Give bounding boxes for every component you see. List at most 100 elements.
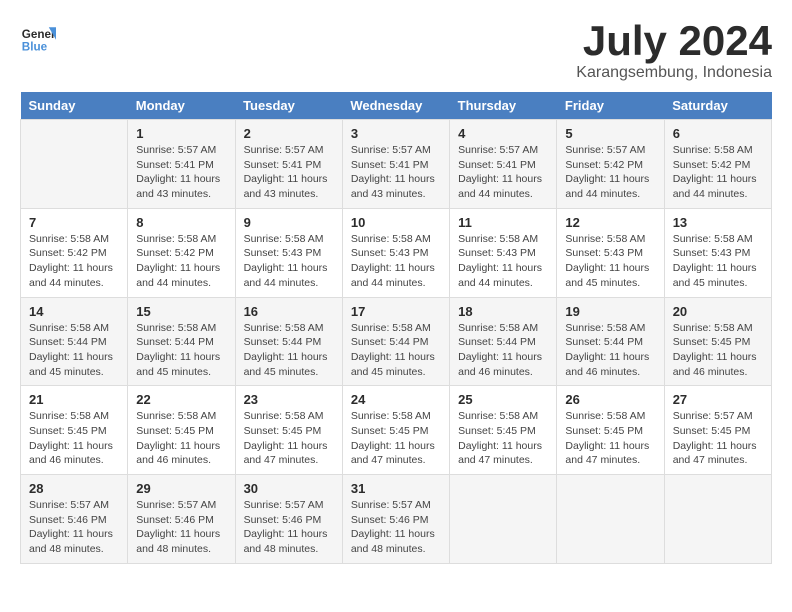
day-info: Sunrise: 5:57 AM Sunset: 5:41 PM Dayligh… (458, 143, 548, 202)
calendar-cell: 2Sunrise: 5:57 AM Sunset: 5:41 PM Daylig… (235, 120, 342, 209)
day-number: 10 (351, 215, 441, 230)
day-number: 29 (136, 481, 226, 496)
calendar-week-5: 28 Sunrise: 5:57 AM Sunset: 5:46 PM Dayli… (21, 475, 772, 564)
day-info: Sunrise: 5:58 AM Sunset: 5:45 PM Dayligh… (244, 409, 334, 468)
day-number: 27 (673, 392, 763, 407)
day-info: Sunrise: 5:57 AM Sunset: 5:46 PM Dayligh… (29, 498, 119, 557)
calendar-cell: 20 Sunrise: 5:58 AM Sunset: 5:45 PM Dayli… (664, 297, 771, 386)
day-number: 13 (673, 215, 763, 230)
header-tuesday: Tuesday (235, 92, 342, 120)
calendar-cell: 6 Sunrise: 5:58 AM Sunset: 5:42 PM Daylig… (664, 120, 771, 209)
day-number: 5 (565, 126, 655, 141)
calendar-cell: 30 Sunrise: 5:57 AM Sunset: 5:46 PM Dayli… (235, 475, 342, 564)
calendar-cell (450, 475, 557, 564)
day-info: Sunrise: 5:58 AM Sunset: 5:44 PM Dayligh… (565, 321, 655, 380)
day-number: 28 (29, 481, 119, 496)
day-info: Sunrise: 5:57 AM Sunset: 5:46 PM Dayligh… (136, 498, 226, 557)
calendar-cell: 10Sunrise: 5:58 AM Sunset: 5:43 PM Dayli… (342, 208, 449, 297)
calendar-week-4: 21 Sunrise: 5:58 AM Sunset: 5:45 PM Dayli… (21, 386, 772, 475)
calendar-week-1: 1 Sunrise: 5:57 AM Sunset: 5:41 PM Daylig… (21, 120, 772, 209)
day-number: 6 (673, 126, 763, 141)
calendar-cell: 26 Sunrise: 5:58 AM Sunset: 5:45 PM Dayli… (557, 386, 664, 475)
title-section: July 2024 Karangsembung, Indonesia (576, 20, 772, 82)
day-number: 31 (351, 481, 441, 496)
header-row: Sunday Monday Tuesday Wednesday Thursday… (21, 92, 772, 120)
day-number: 21 (29, 392, 119, 407)
day-info: Sunrise: 5:57 AM Sunset: 5:41 PM Dayligh… (136, 143, 226, 202)
calendar-cell: 8Sunrise: 5:58 AM Sunset: 5:42 PM Daylig… (128, 208, 235, 297)
calendar-cell: 3Sunrise: 5:57 AM Sunset: 5:41 PM Daylig… (342, 120, 449, 209)
day-info: Sunrise: 5:58 AM Sunset: 5:44 PM Dayligh… (136, 321, 226, 380)
calendar-week-3: 14 Sunrise: 5:58 AM Sunset: 5:44 PM Dayli… (21, 297, 772, 386)
day-info: Sunrise: 5:58 AM Sunset: 5:44 PM Dayligh… (244, 321, 334, 380)
day-info: Sunrise: 5:58 AM Sunset: 5:45 PM Dayligh… (351, 409, 441, 468)
day-number: 26 (565, 392, 655, 407)
day-info: Sunrise: 5:58 AM Sunset: 5:43 PM Dayligh… (244, 232, 334, 291)
header-friday: Friday (557, 92, 664, 120)
page-subtitle: Karangsembung, Indonesia (576, 64, 772, 82)
header-wednesday: Wednesday (342, 92, 449, 120)
day-number: 30 (244, 481, 334, 496)
calendar-cell: 19 Sunrise: 5:58 AM Sunset: 5:44 PM Dayli… (557, 297, 664, 386)
calendar-cell: 15 Sunrise: 5:58 AM Sunset: 5:44 PM Dayli… (128, 297, 235, 386)
calendar-cell: 11 Sunrise: 5:58 AM Sunset: 5:43 PM Dayli… (450, 208, 557, 297)
day-info: Sunrise: 5:57 AM Sunset: 5:45 PM Dayligh… (673, 409, 763, 468)
header-saturday: Saturday (664, 92, 771, 120)
page-title: July 2024 (576, 20, 772, 62)
day-number: 14 (29, 304, 119, 319)
calendar-cell: 13 Sunrise: 5:58 AM Sunset: 5:43 PM Dayli… (664, 208, 771, 297)
day-number: 24 (351, 392, 441, 407)
calendar-cell: 22 Sunrise: 5:58 AM Sunset: 5:45 PM Dayli… (128, 386, 235, 475)
day-info: Sunrise: 5:58 AM Sunset: 5:45 PM Dayligh… (673, 321, 763, 380)
day-info: Sunrise: 5:57 AM Sunset: 5:41 PM Dayligh… (244, 143, 334, 202)
day-number: 25 (458, 392, 548, 407)
header-monday: Monday (128, 92, 235, 120)
day-info: Sunrise: 5:58 AM Sunset: 5:45 PM Dayligh… (136, 409, 226, 468)
calendar-cell: 5Sunrise: 5:57 AM Sunset: 5:42 PM Daylig… (557, 120, 664, 209)
header-sunday: Sunday (21, 92, 128, 120)
day-info: Sunrise: 5:58 AM Sunset: 5:43 PM Dayligh… (458, 232, 548, 291)
day-number: 15 (136, 304, 226, 319)
day-info: Sunrise: 5:58 AM Sunset: 5:42 PM Dayligh… (673, 143, 763, 202)
day-number: 16 (244, 304, 334, 319)
calendar-cell: 24 Sunrise: 5:58 AM Sunset: 5:45 PM Dayli… (342, 386, 449, 475)
day-info: Sunrise: 5:58 AM Sunset: 5:44 PM Dayligh… (351, 321, 441, 380)
day-info: Sunrise: 5:57 AM Sunset: 5:46 PM Dayligh… (351, 498, 441, 557)
day-info: Sunrise: 5:58 AM Sunset: 5:45 PM Dayligh… (458, 409, 548, 468)
calendar-cell: 29 Sunrise: 5:57 AM Sunset: 5:46 PM Dayli… (128, 475, 235, 564)
day-info: Sunrise: 5:57 AM Sunset: 5:41 PM Dayligh… (351, 143, 441, 202)
calendar-cell (557, 475, 664, 564)
calendar-cell: 4 Sunrise: 5:57 AM Sunset: 5:41 PM Daylig… (450, 120, 557, 209)
svg-text:Blue: Blue (22, 41, 48, 54)
day-number: 17 (351, 304, 441, 319)
calendar-cell: 25 Sunrise: 5:58 AM Sunset: 5:45 PM Dayli… (450, 386, 557, 475)
logo: General Blue (20, 20, 56, 56)
calendar-table: Sunday Monday Tuesday Wednesday Thursday… (20, 92, 772, 564)
calendar-cell: 1 Sunrise: 5:57 AM Sunset: 5:41 PM Daylig… (128, 120, 235, 209)
day-number: 18 (458, 304, 548, 319)
calendar-cell: 12 Sunrise: 5:58 AM Sunset: 5:43 PM Dayli… (557, 208, 664, 297)
day-info: Sunrise: 5:58 AM Sunset: 5:42 PM Dayligh… (136, 232, 226, 291)
header-thursday: Thursday (450, 92, 557, 120)
day-number: 23 (244, 392, 334, 407)
calendar-cell: 28 Sunrise: 5:57 AM Sunset: 5:46 PM Dayli… (21, 475, 128, 564)
calendar-cell: 14Sunrise: 5:58 AM Sunset: 5:44 PM Dayli… (21, 297, 128, 386)
day-number: 20 (673, 304, 763, 319)
day-info: Sunrise: 5:58 AM Sunset: 5:43 PM Dayligh… (673, 232, 763, 291)
day-number: 12 (565, 215, 655, 230)
day-number: 9 (244, 215, 334, 230)
day-number: 1 (136, 126, 226, 141)
day-info: Sunrise: 5:58 AM Sunset: 5:43 PM Dayligh… (565, 232, 655, 291)
calendar-cell: 16 Sunrise: 5:58 AM Sunset: 5:44 PM Dayli… (235, 297, 342, 386)
calendar-cell: 18Sunrise: 5:58 AM Sunset: 5:44 PM Dayli… (450, 297, 557, 386)
day-info: Sunrise: 5:58 AM Sunset: 5:45 PM Dayligh… (565, 409, 655, 468)
day-number: 4 (458, 126, 548, 141)
calendar-cell (21, 120, 128, 209)
day-number: 19 (565, 304, 655, 319)
day-info: Sunrise: 5:58 AM Sunset: 5:45 PM Dayligh… (29, 409, 119, 468)
day-info: Sunrise: 5:57 AM Sunset: 5:46 PM Dayligh… (244, 498, 334, 557)
calendar-cell: 27 Sunrise: 5:57 AM Sunset: 5:45 PM Dayli… (664, 386, 771, 475)
day-number: 7 (29, 215, 119, 230)
day-number: 11 (458, 215, 548, 230)
day-number: 22 (136, 392, 226, 407)
